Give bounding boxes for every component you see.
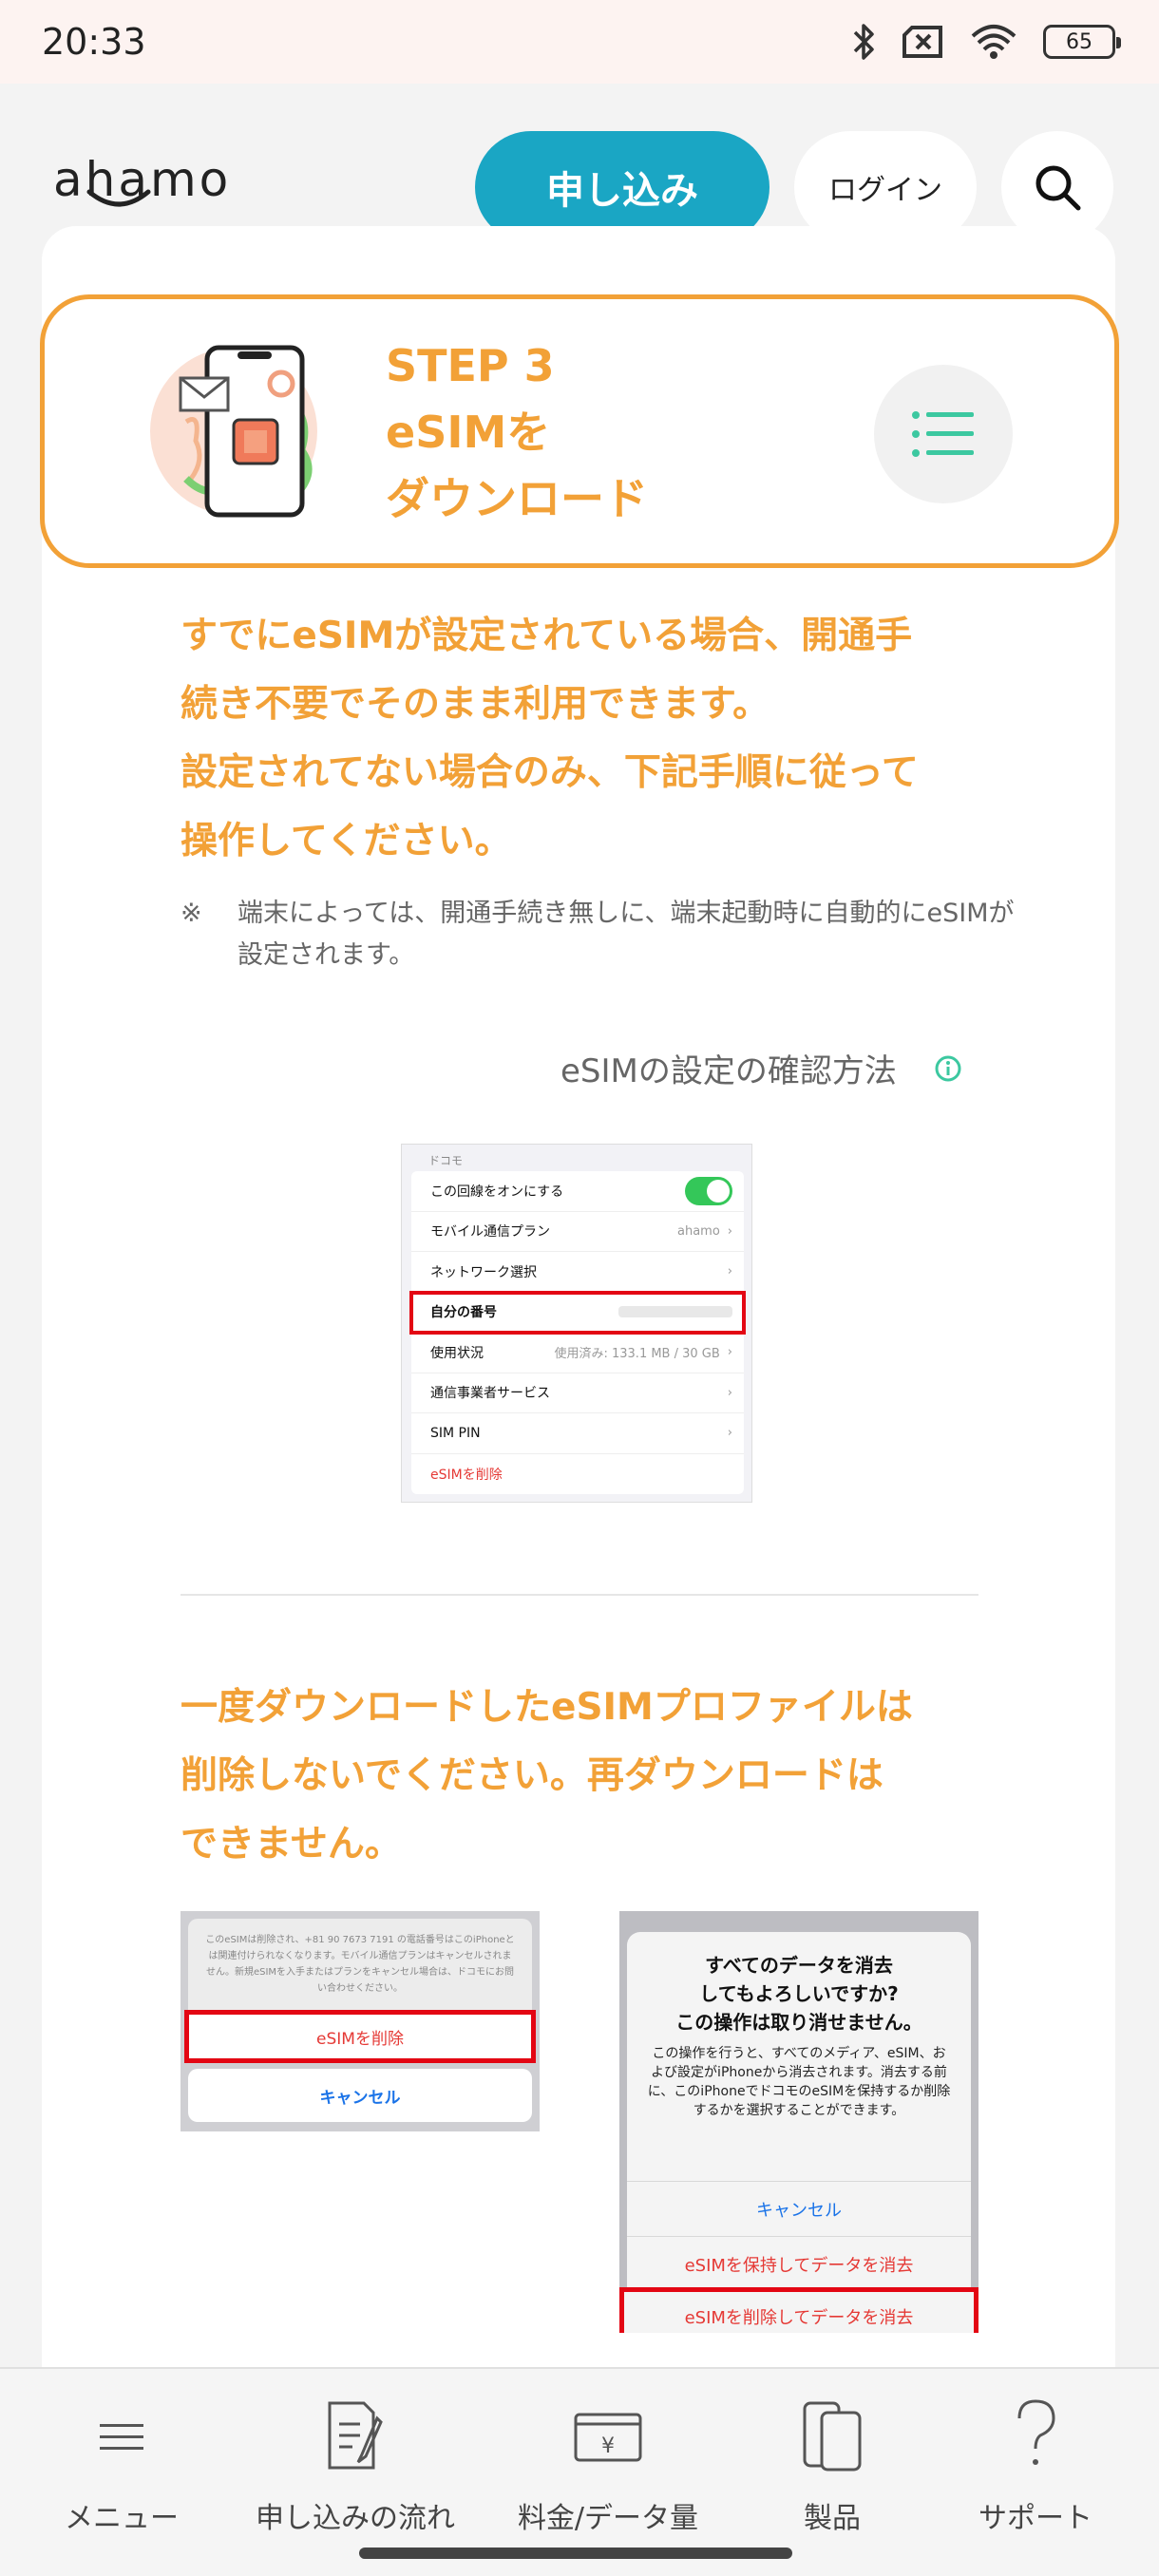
nav-support[interactable]: サポート <box>931 2397 1140 2536</box>
row-label: モバイル通信プラン <box>430 1224 550 1241</box>
wifi-icon <box>971 25 1016 59</box>
warning-line-1: すでにeSIMが設定されている場合、開通手 <box>180 615 913 657</box>
phone-esim-illustration <box>150 345 317 518</box>
row-label: ネットワーク選択 <box>430 1264 537 1280</box>
row-label: 自分の番号 <box>430 1305 497 1321</box>
nav-products[interactable]: 製品 <box>728 2397 937 2536</box>
home-indicator[interactable] <box>359 2548 792 2559</box>
nav-price-label: 料金/データ量 <box>517 2502 699 2535</box>
logo-smile-icon <box>86 189 151 207</box>
info-icon <box>935 1055 961 1081</box>
row-value: ahamo <box>677 1223 720 1239</box>
blurred-number <box>618 1306 732 1318</box>
erase-cancel-label: キャンセル <box>627 2181 971 2236</box>
note-text: 端末によっては、開通手続き無しに、端末起動時に自動的にeSIMが設定されます。 <box>238 899 1015 970</box>
delete-esim-screenshot: このeSIMは削除され、+81 90 7673 7191 の電話番号はこのiPh… <box>180 1911 540 2131</box>
nav-menu[interactable]: メニュー <box>17 2397 226 2536</box>
erase-alert: すべてのデータを消去 してもよろしいですか? この操作は取り消せません。 この操… <box>619 1932 978 2333</box>
svg-text:¥: ¥ <box>601 2434 615 2458</box>
chevron-right-icon: › <box>727 1345 732 1360</box>
hamburger-icon <box>100 2424 143 2450</box>
wallet-yen-icon: ¥ <box>574 2413 642 2462</box>
nav-support-label: サポート <box>978 2502 1092 2535</box>
warning2-line-3: できません。 <box>180 1823 402 1866</box>
auto-setup-note: ※ 端末によっては、開通手続き無しに、端末起動時に自動的にeSIMが設定されます… <box>180 893 1016 976</box>
warning-line-4: 操作してください。 <box>180 820 512 862</box>
esim-warning: すでにeSIMが設定されている場合、開通手 続き不要でそのまま利用できます。 設… <box>180 602 1016 876</box>
row-value: 使用済み: 133.1 MB / 30 GB <box>554 1347 720 1362</box>
bluetooth-icon <box>853 24 874 60</box>
battery-icon: 65 <box>1043 25 1121 59</box>
erase-title-line: すべてのデータを消去 <box>705 1954 893 1977</box>
esim-confirm-link[interactable]: eSIMの設定の確認方法 <box>560 1045 961 1091</box>
step-list-button[interactable] <box>874 365 1013 503</box>
section-divider <box>180 1594 978 1596</box>
warning-line-2: 続き不要でそのまま利用できます。 <box>180 683 770 726</box>
settings-row: 通信事業者サービス › <box>411 1373 744 1413</box>
no-sim-icon <box>902 26 942 58</box>
search-icon <box>1036 165 1081 211</box>
settings-row: この回線をオンにする <box>411 1171 744 1212</box>
step-title: STEP 3 eSIMを ダウンロード <box>386 332 648 532</box>
chevron-right-icon: › <box>727 1426 732 1441</box>
nav-products-label: 製品 <box>804 2502 861 2535</box>
status-bar: 20:33 65 <box>0 0 1159 84</box>
delete-message: このeSIMは削除され、+81 90 7673 7191 の電話番号はこのiPh… <box>188 1919 532 2021</box>
settings-list: この回線をオンにする モバイル通信プラン ahamo › ネットワーク選択 › 自分の… <box>409 1171 746 1495</box>
row-label: 通信事業者サービス <box>430 1386 550 1402</box>
row-label: SIM PIN <box>430 1425 481 1441</box>
no-delete-warning: 一度ダウンロードしたeSIMプロファイルは 削除しないでください。再ダウンロード… <box>180 1674 1016 1879</box>
warning2-line-1: 一度ダウンロードしたeSIMプロファイルは <box>180 1686 913 1729</box>
erase-body: この操作を行うと、すべてのメディア、eSIM、および設定がiPhoneから消去さ… <box>647 2046 951 2118</box>
row-label: 使用状況 <box>430 1345 484 1361</box>
status-time: 20:33 <box>42 21 146 63</box>
settings-row: 使用状況 使用済み: 133.1 MB / 30 GB › <box>411 1333 744 1373</box>
erase-data-screenshot: すべてのデータを消去 してもよろしいですか? この操作は取り消せません。 この操… <box>619 1911 978 2333</box>
step-number: STEP 3 <box>386 340 555 391</box>
nav-application-flow[interactable]: 申し込みの流れ <box>251 2397 460 2536</box>
nav-menu-label: メニュー <box>65 2502 179 2535</box>
phones-icon <box>803 2401 862 2472</box>
line-toggle <box>685 1176 732 1205</box>
battery-level: 65 <box>1066 29 1092 54</box>
keep-esim-label: eSIMを保持してデータを消去 <box>627 2236 971 2291</box>
confirm-link-label: eSIMの設定の確認方法 <box>560 1052 897 1090</box>
remove-esim-highlighted: eSIMを削除してデータを消去 <box>619 2287 978 2333</box>
status-icons: 65 <box>853 22 1121 62</box>
question-icon <box>1017 2399 1055 2465</box>
carrier-label: ドコモ <box>428 1154 464 1167</box>
chevron-right-icon: › <box>727 1264 732 1279</box>
nav-flow-label: 申し込みの流れ <box>256 2502 455 2535</box>
header: ahamo 申し込み ログイン <box>0 84 1159 245</box>
settings-row: eSIMを削除 <box>411 1454 744 1495</box>
settings-row: SIM PIN › <box>411 1413 744 1454</box>
esim-settings-screenshot: ドコモ この回線をオンにする モバイル通信プラン ahamo › ネットワーク選択 ›… <box>401 1144 752 1503</box>
document-edit-icon <box>328 2401 383 2470</box>
cancel-label: キャンセル <box>188 2069 532 2122</box>
settings-row: モバイル通信プラン ahamo › <box>411 1212 744 1252</box>
list-icon <box>912 411 974 457</box>
erase-title-line: してもよろしいですか? <box>699 1982 899 2005</box>
row-label: eSIMを削除 <box>430 1467 503 1483</box>
my-number-row-highlighted: 自分の番号 <box>409 1290 746 1335</box>
chevron-right-icon: › <box>727 1385 732 1400</box>
chevron-right-icon: › <box>727 1223 732 1239</box>
warning-line-3: 設定されてない場合のみ、下記手順に従って <box>180 751 919 794</box>
note-mark: ※ <box>180 899 202 928</box>
erase-title-line: この操作は取り消せません。 <box>675 2011 922 2034</box>
warning2-line-2: 削除しないでください。再ダウンロードは <box>180 1754 884 1797</box>
delete-esim-highlighted: eSIMを削除 <box>184 2010 536 2063</box>
step-line3: ダウンロード <box>386 473 648 524</box>
erase-title: すべてのデータを消去 してもよろしいですか? この操作は取り消せません。 <box>627 1932 971 2036</box>
step-line2: eSIMを <box>386 407 551 458</box>
bottom-navigation: メニュー 申し込みの流れ ¥ 料金/データ量 製品 サポート <box>0 2367 1159 2576</box>
nav-price-data[interactable]: ¥ 料金/データ量 <box>504 2397 712 2536</box>
row-label: この回線をオンにする <box>430 1184 564 1200</box>
settings-row: ネットワーク選択 › <box>411 1252 744 1293</box>
